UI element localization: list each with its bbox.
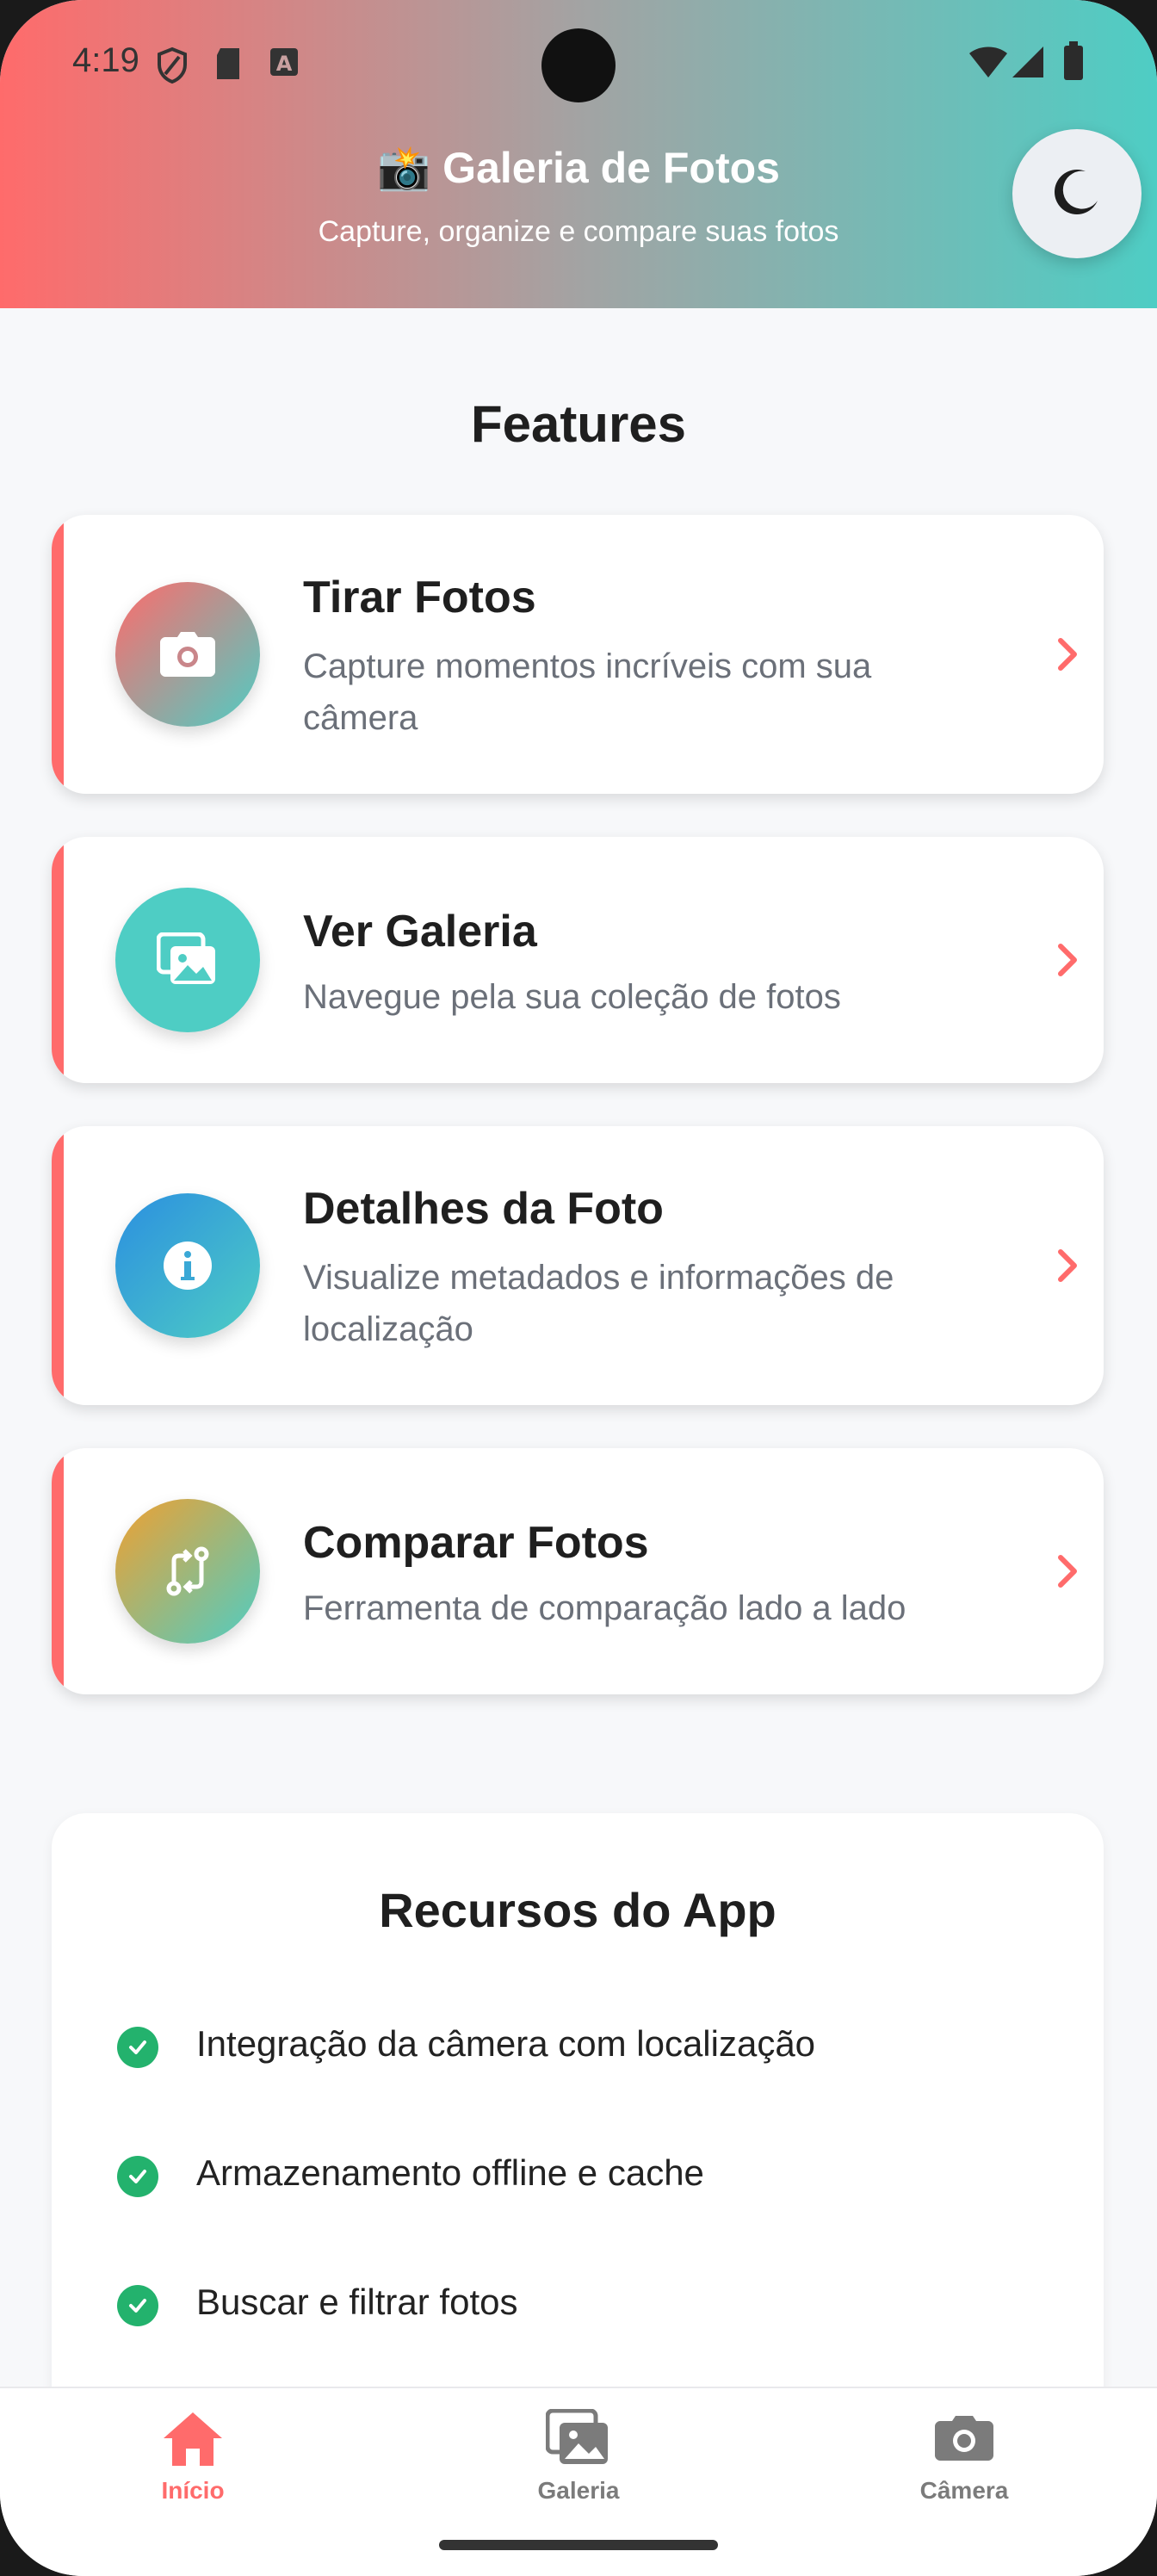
images-icon bbox=[115, 888, 260, 1032]
feature-card-ver-galeria[interactable]: Ver Galeria Navegue pela sua coleção de … bbox=[52, 837, 1104, 1083]
feature-description: Visualize metadados e informações de loc… bbox=[303, 1259, 894, 1348]
feature-title: Tirar Fotos bbox=[303, 573, 536, 622]
resource-label: Armazenamento offline e cache bbox=[196, 2152, 704, 2193]
font-icon: A bbox=[269, 46, 300, 82]
resource-label: Buscar e filtrar fotos bbox=[196, 2282, 518, 2322]
feature-title: Ver Galeria bbox=[303, 907, 537, 957]
camera-icon bbox=[835, 2409, 1093, 2472]
app-subtitle: Capture, organize e compare suas fotos bbox=[318, 215, 839, 248]
app-header: 4:19 A 📸 Galeria de Fotos Capture, organ… bbox=[0, 0, 1157, 308]
battery-icon bbox=[1062, 41, 1085, 85]
feature-title: Detalhes da Foto bbox=[303, 1184, 664, 1234]
compare-icon bbox=[115, 1499, 260, 1644]
feature-card-detalhes-da-foto[interactable]: Detalhes da Foto Visualize metadados e i… bbox=[52, 1126, 1104, 1405]
gallery-icon bbox=[449, 2408, 708, 2472]
sd-card-icon bbox=[213, 46, 243, 85]
check-circle-icon bbox=[117, 2156, 158, 2197]
nav-label: Galeria bbox=[537, 2477, 620, 2504]
camera-icon bbox=[115, 582, 260, 727]
shield-icon bbox=[155, 46, 189, 89]
status-bar: 4:19 A bbox=[0, 0, 1157, 129]
app-title: 📸 Galeria de Fotos bbox=[377, 144, 780, 192]
feature-title: Comparar Fotos bbox=[303, 1518, 649, 1568]
chevron-right-icon bbox=[1055, 941, 1080, 983]
status-time: 4:19 bbox=[72, 41, 139, 79]
app-screen: 4:19 A 📸 Galeria de Fotos Capture, organ… bbox=[0, 0, 1157, 2576]
check-circle-icon bbox=[117, 2285, 158, 2326]
wifi-icon bbox=[968, 45, 1009, 84]
chevron-right-icon bbox=[1055, 1247, 1080, 1289]
nav-label: Início bbox=[161, 2477, 225, 2504]
theme-toggle-button[interactable] bbox=[1012, 129, 1142, 258]
resources-title: Recursos do App bbox=[379, 1883, 776, 1937]
moon-icon bbox=[1051, 166, 1103, 222]
cellular-signal-icon bbox=[1011, 45, 1045, 84]
check-circle-icon bbox=[117, 2027, 158, 2068]
front-camera-cutout bbox=[541, 28, 616, 102]
feature-description: Capture momentos incríveis com sua câmer… bbox=[303, 647, 872, 737]
svg-text:A: A bbox=[276, 52, 293, 76]
resource-label: Integração da câmera com localização bbox=[196, 2023, 816, 2064]
feature-card-comparar-fotos[interactable]: Comparar Fotos Ferramenta de comparação … bbox=[52, 1448, 1104, 1694]
home-indicator[interactable] bbox=[439, 2540, 718, 2550]
chevron-right-icon bbox=[1055, 635, 1080, 678]
feature-card-tirar-fotos[interactable]: Tirar Fotos Capture momentos incríveis c… bbox=[52, 515, 1104, 794]
nav-tab-camera[interactable]: Câmera bbox=[835, 2409, 1093, 2505]
feature-description: Ferramenta de comparação lado a lado bbox=[303, 1589, 906, 1627]
features-title: Features bbox=[470, 395, 687, 453]
info-icon bbox=[115, 1193, 260, 1338]
feature-description: Navegue pela sua coleção de fotos bbox=[303, 978, 841, 1016]
chevron-right-icon bbox=[1055, 1552, 1080, 1595]
nav-tab-inicio[interactable]: Início bbox=[64, 2409, 322, 2505]
nav-tab-galeria[interactable]: Galeria bbox=[449, 2408, 708, 2505]
nav-label: Câmera bbox=[919, 2477, 1009, 2504]
home-icon bbox=[64, 2409, 322, 2472]
